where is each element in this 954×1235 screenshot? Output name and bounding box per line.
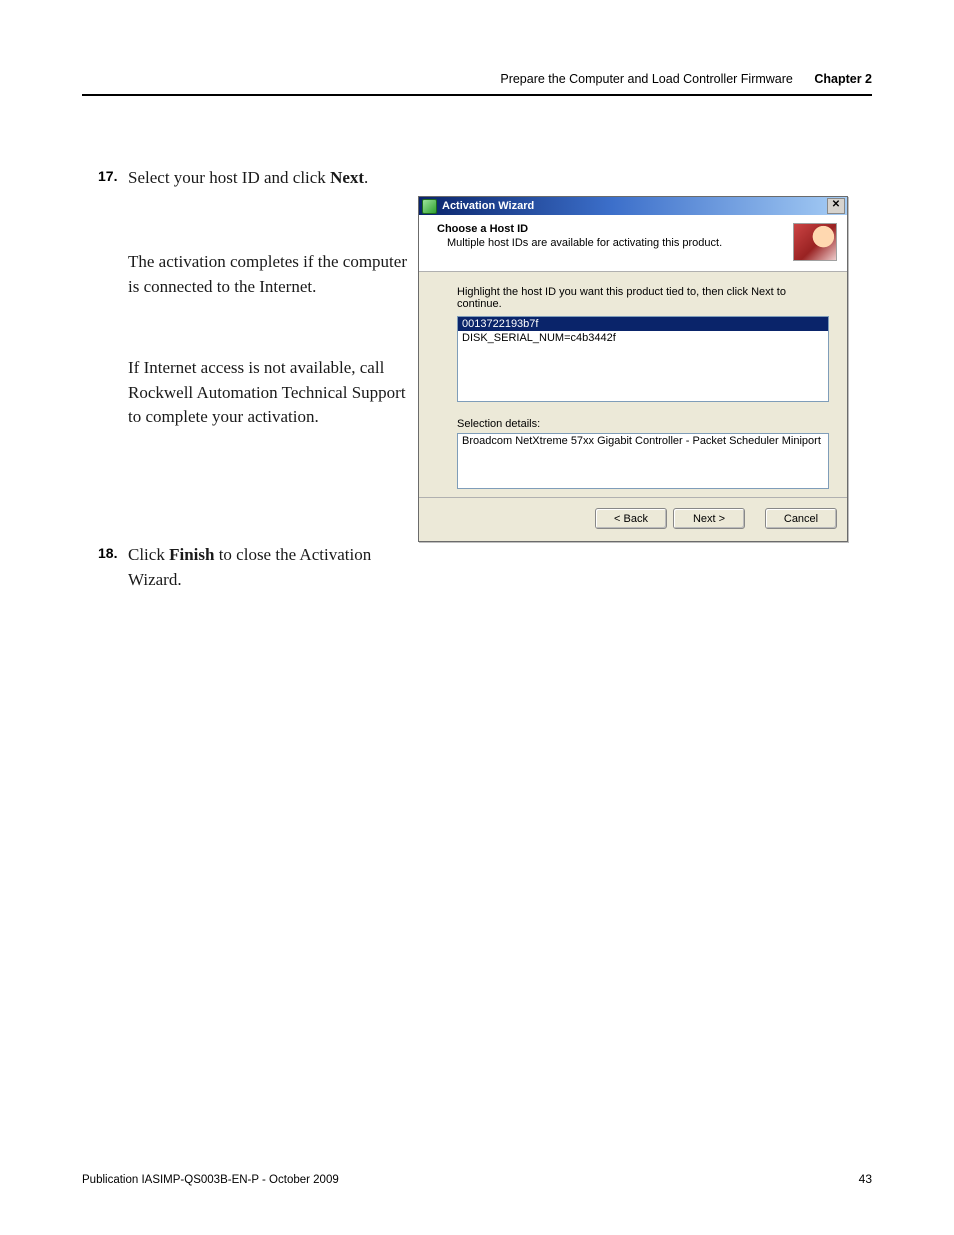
close-button[interactable]: ✕ bbox=[827, 198, 845, 214]
step-18-line: Click Finish to close the Activation Wiz… bbox=[128, 543, 408, 592]
wizard-header-text: Choose a Host ID Multiple host IDs are a… bbox=[437, 223, 722, 249]
footer-publication: Publication IASIMP-QS003B-EN-P - October… bbox=[82, 1174, 339, 1186]
wizard-body: Highlight the host ID you want this prod… bbox=[419, 272, 847, 497]
step-17-para3: If Internet access is not available, cal… bbox=[128, 356, 408, 430]
page-header: Prepare the Computer and Load Controller… bbox=[82, 72, 872, 96]
dialog-title: Activation Wizard bbox=[442, 200, 827, 212]
step-17-line1: Select your host ID and click Next. bbox=[128, 166, 408, 191]
next-button[interactable]: Next > bbox=[673, 508, 745, 529]
activation-wizard-dialog: Activation Wizard ✕ Choose a Host ID Mul… bbox=[418, 196, 848, 542]
wizard-header-title: Choose a Host ID bbox=[437, 223, 722, 235]
wizard-app-icon bbox=[422, 199, 437, 214]
selection-details-value: Broadcom NetXtreme 57xx Gigabit Controll… bbox=[462, 435, 821, 447]
selection-details-label: Selection details: bbox=[457, 418, 829, 430]
step-17-next-word: Next bbox=[330, 168, 364, 187]
host-id-item-selected[interactable]: 0013722193b7f bbox=[458, 317, 828, 331]
host-id-item[interactable]: DISK_SERIAL_NUM=c4b3442f bbox=[458, 331, 828, 345]
dialog-titlebar[interactable]: Activation Wizard ✕ bbox=[419, 197, 847, 215]
step-17-para2: The activation completes if the computer… bbox=[128, 250, 408, 299]
back-button[interactable]: < Back bbox=[595, 508, 667, 529]
wizard-header: Choose a Host ID Multiple host IDs are a… bbox=[419, 215, 847, 272]
wizard-header-image bbox=[793, 223, 837, 261]
step-18-text-a: Click bbox=[128, 545, 169, 564]
host-id-listbox[interactable]: 0013722193b7f DISK_SERIAL_NUM=c4b3442f bbox=[457, 316, 829, 402]
step-17: 17 Select your host ID and click Next. bbox=[128, 166, 408, 191]
wizard-header-subtitle: Multiple host IDs are available for acti… bbox=[447, 237, 722, 249]
wizard-instruction: Highlight the host ID you want this prod… bbox=[457, 286, 829, 310]
wizard-footer: < Back Next > Cancel bbox=[419, 497, 847, 541]
cancel-button[interactable]: Cancel bbox=[765, 508, 837, 529]
step-18: 18 Click Finish to close the Activation … bbox=[128, 543, 408, 592]
selection-details-box[interactable]: Broadcom NetXtreme 57xx Gigabit Controll… bbox=[457, 433, 829, 489]
step-number-17: 17 bbox=[98, 166, 117, 186]
header-section-title: Prepare the Computer and Load Controller… bbox=[500, 72, 793, 86]
footer-page-number: 43 bbox=[859, 1172, 872, 1186]
step-18-finish-word: Finish bbox=[169, 545, 214, 564]
header-chapter-label: Chapter 2 bbox=[814, 72, 872, 86]
step-number-18: 18 bbox=[98, 543, 117, 563]
header-rule bbox=[82, 94, 872, 96]
step-17-text-c: . bbox=[364, 168, 368, 187]
step-17-text-a: Select your host ID and click bbox=[128, 168, 330, 187]
document-page: Prepare the Computer and Load Controller… bbox=[0, 0, 954, 1235]
